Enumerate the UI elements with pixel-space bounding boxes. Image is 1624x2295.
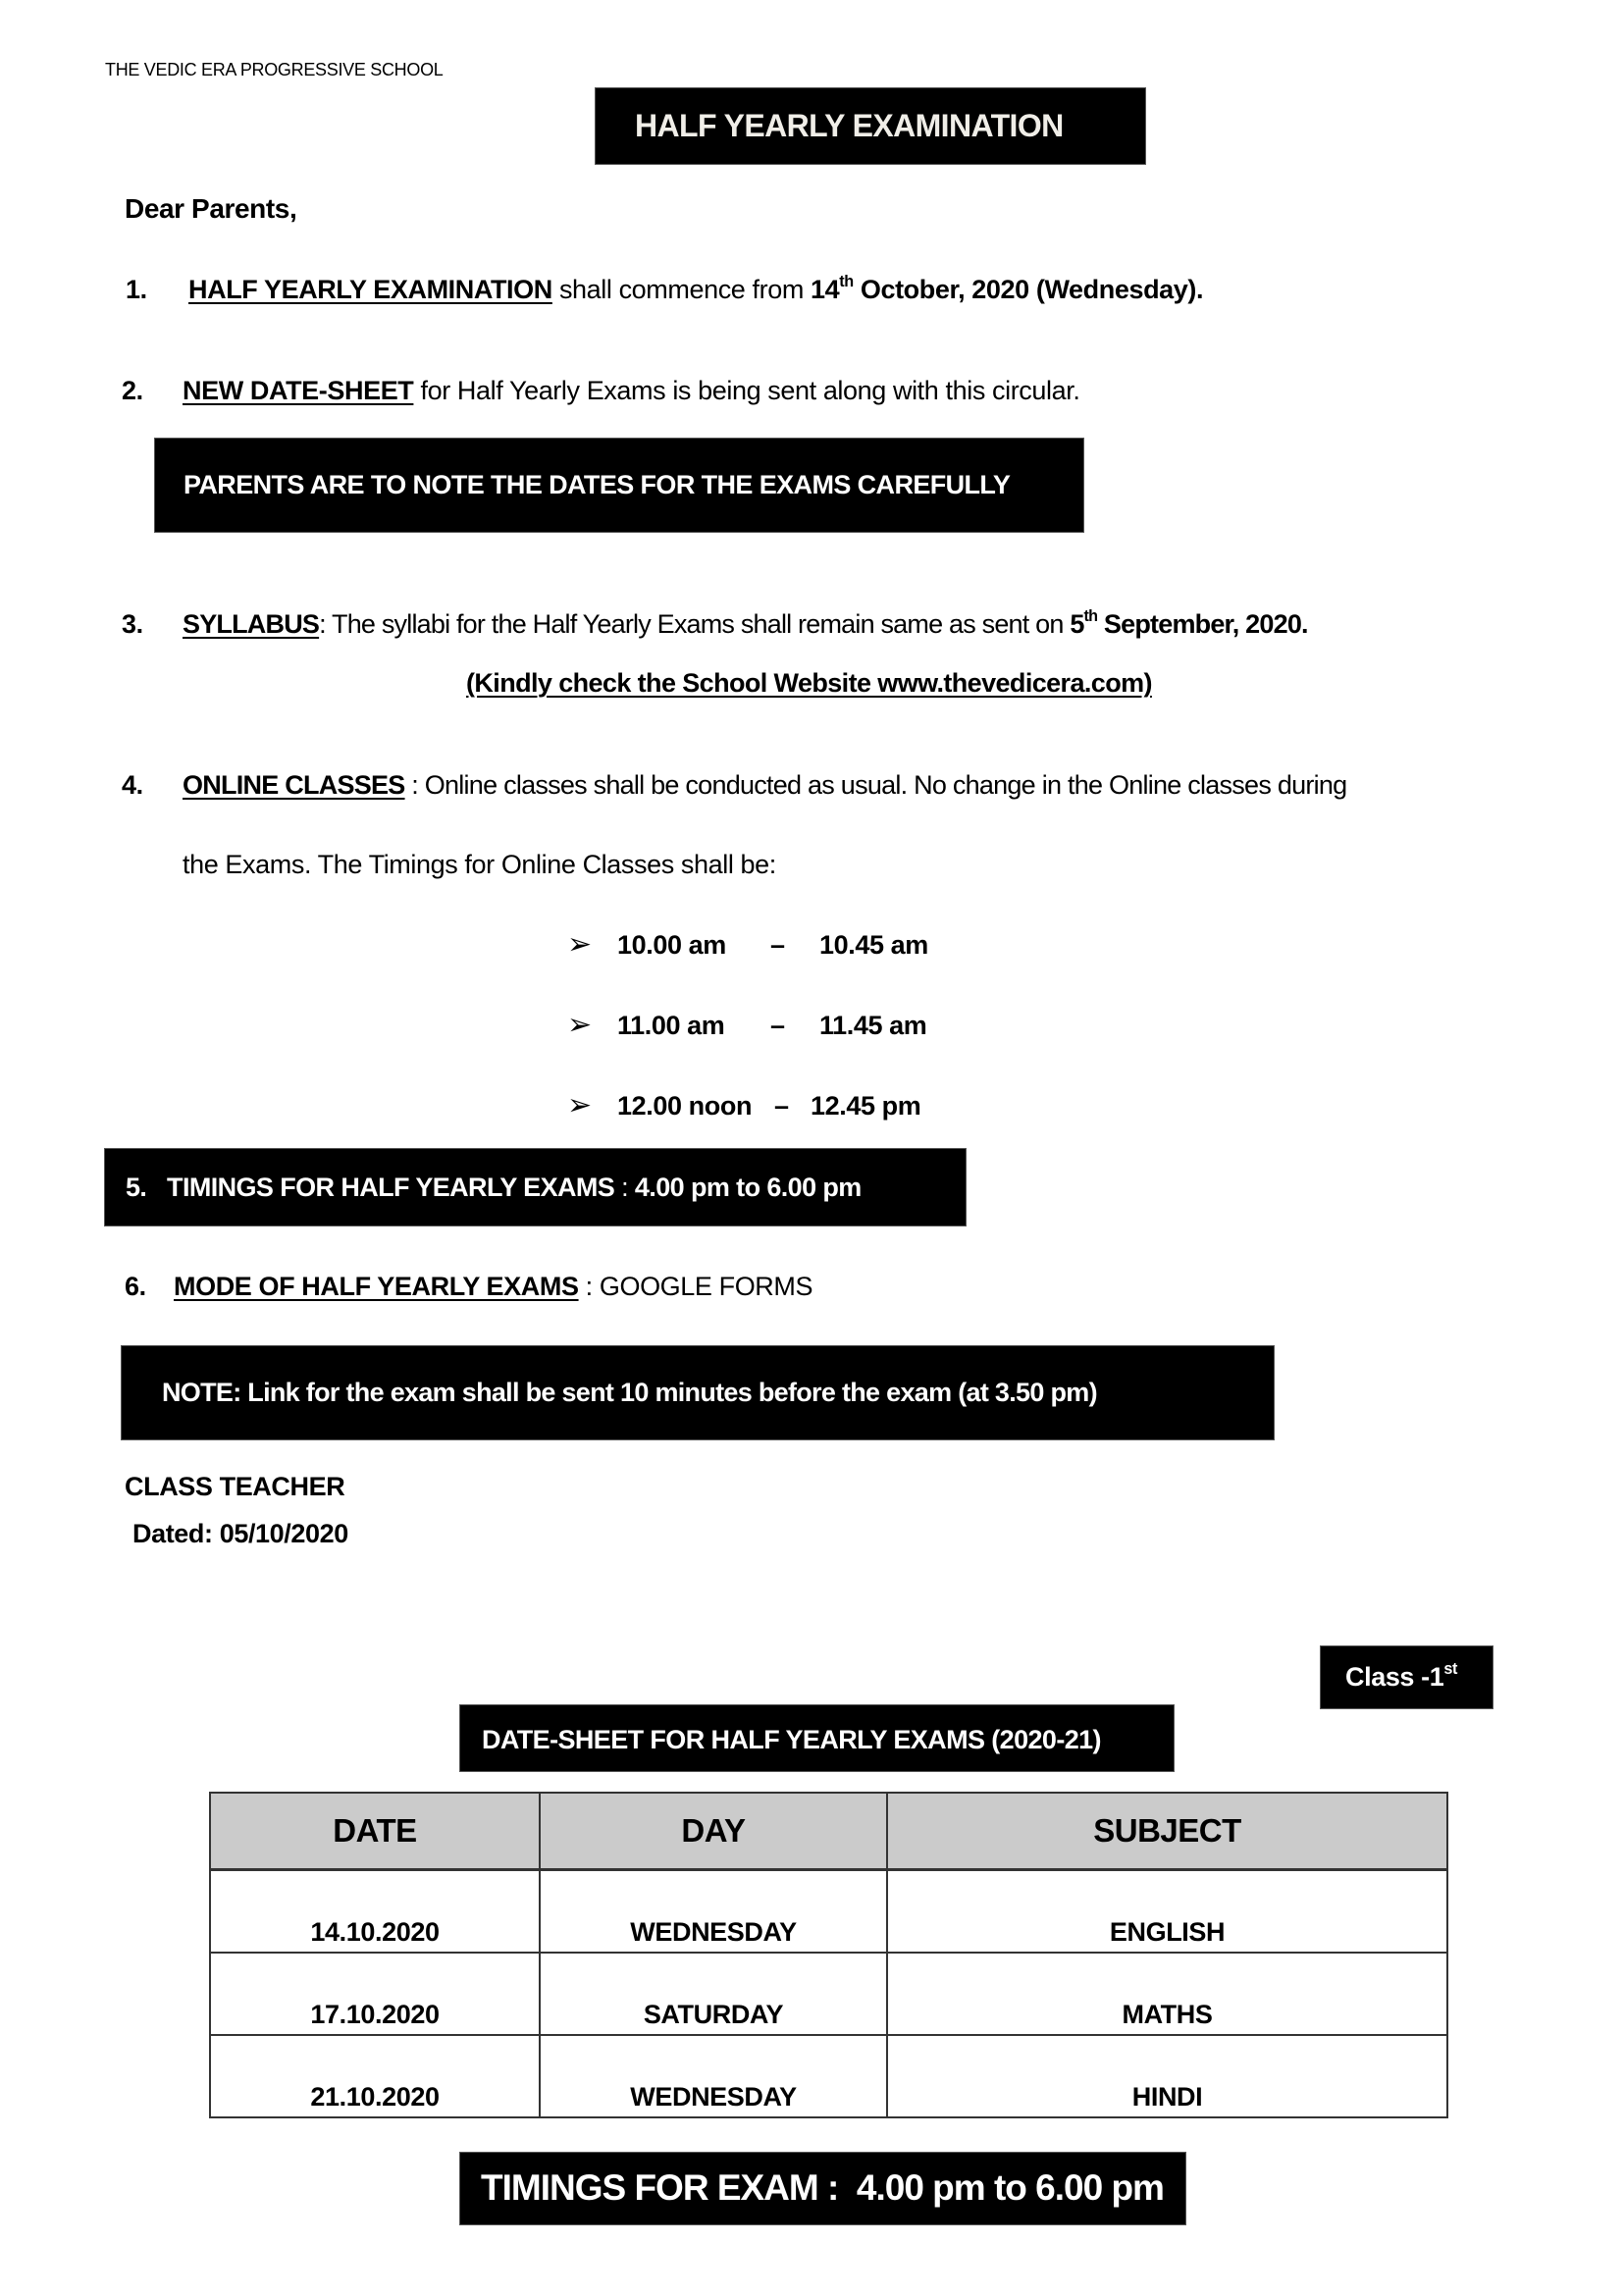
item-5-label: TIMINGS FOR HALF YEARLY EXAMS	[167, 1173, 615, 1202]
item-number: 2.	[122, 376, 143, 405]
parents-note-banner: PARENTS ARE TO NOTE THE DATES FOR THE EX…	[154, 438, 1084, 533]
page-title: HALF YEARLY EXAMINATION	[635, 108, 1064, 143]
table-row: 21.10.2020 WEDNESDAY HINDI	[209, 2034, 1448, 2118]
note-banner: NOTE: Link for the exam shall be sent 10…	[121, 1345, 1275, 1440]
item-number: 1.	[126, 275, 147, 304]
item-number: 6.	[125, 1272, 146, 1301]
datesheet-title: DATE-SHEET FOR HALF YEARLY EXAMS (2020-2…	[482, 1725, 1102, 1754]
cell-date: 14.10.2020	[209, 1868, 541, 1954]
school-name: THE VEDIC ERA PROGRESSIVE SCHOOL	[105, 60, 444, 79]
item-5-value: 4.00 pm to 6.00 pm	[634, 1173, 862, 1202]
cell-day: SATURDAY	[539, 1952, 888, 2036]
item-2-text: NEW DATE-SHEET for Half Yearly Exams is …	[183, 376, 1080, 405]
item-1-text: HALF YEARLY EXAMINATION shall commence f…	[188, 272, 1204, 304]
item-4-text-line2: the Exams. The Timings for Online Classe…	[183, 850, 776, 879]
table-row: 14.10.2020 WEDNESDAY ENGLISH	[209, 1868, 1448, 1954]
arrowhead-bullet-icon: ➢	[567, 1089, 593, 1121]
cell-date: 21.10.2020	[209, 2034, 541, 2118]
column-header-date: DATE	[209, 1792, 541, 1871]
title-banner: HALF YEARLY EXAMINATION	[595, 87, 1146, 165]
cell-day: WEDNESDAY	[539, 2034, 888, 2118]
datesheet-table: DATE DAY SUBJECT 14.10.2020 WEDNESDAY EN…	[209, 1792, 1448, 2118]
item-3-label: SYLLABUS	[183, 609, 320, 639]
column-header-day: DAY	[539, 1792, 888, 1871]
cell-subject: MATHS	[886, 1952, 1448, 2036]
exam-timings-footer-text: TIMINGS FOR EXAM : 4.00 pm to 6.00 pm	[481, 2167, 1165, 2208]
cell-date: 17.10.2020	[209, 1952, 541, 2036]
website-link[interactable]: (Kindly check the School Website www.the…	[466, 668, 1152, 699]
item-6-text: MODE OF HALF YEARLY EXAMS : GOOGLE FORMS	[174, 1272, 813, 1301]
item-4-label: ONLINE CLASSES	[183, 770, 405, 800]
item-6-value: GOOGLE FORMS	[599, 1272, 813, 1301]
item-number: 5.	[126, 1173, 147, 1202]
arrowhead-bullet-icon: ➢	[567, 928, 593, 961]
exam-timings-footer-banner: TIMINGS FOR EXAM : 4.00 pm to 6.00 pm	[459, 2152, 1186, 2225]
table-row: 17.10.2020 SATURDAY MATHS	[209, 1952, 1448, 2036]
table-header-row: DATE DAY SUBJECT	[209, 1792, 1448, 1871]
item-4-text: ONLINE CLASSES : Online classes shall be…	[183, 770, 1347, 800]
class-badge: Class -1st	[1320, 1645, 1493, 1709]
item-1-label: HALF YEARLY EXAMINATION	[188, 275, 552, 304]
item-number: 4.	[122, 770, 143, 800]
salutation: Dear Parents,	[125, 193, 297, 224]
item-6-label: MODE OF HALF YEARLY EXAMS	[174, 1272, 579, 1301]
item-3-text: SYLLABUS: The syllabi for the Half Yearl…	[183, 606, 1309, 639]
class-label: Class -1st	[1345, 1659, 1457, 1692]
cell-subject: ENGLISH	[886, 1868, 1448, 1954]
item-number: 3.	[122, 609, 143, 639]
cell-subject: HINDI	[886, 2034, 1448, 2118]
parents-note-text: PARENTS ARE TO NOTE THE DATES FOR THE EX…	[183, 470, 1011, 499]
note-text: NOTE: Link for the exam shall be sent 10…	[162, 1378, 1098, 1407]
exam-timings-banner: 5. TIMINGS FOR HALF YEARLY EXAMS : 4.00 …	[104, 1148, 967, 1226]
signature-date: Dated: 05/10/2020	[132, 1519, 348, 1548]
datesheet-title-banner: DATE-SHEET FOR HALF YEARLY EXAMS (2020-2…	[459, 1704, 1175, 1772]
column-header-subject: SUBJECT	[886, 1792, 1448, 1871]
arrowhead-bullet-icon: ➢	[567, 1009, 593, 1041]
cell-day: WEDNESDAY	[539, 1868, 888, 1954]
item-2-label: NEW DATE-SHEET	[183, 376, 414, 405]
item-5-text: 5. TIMINGS FOR HALF YEARLY EXAMS : 4.00 …	[126, 1173, 862, 1202]
signature-role: CLASS TEACHER	[125, 1472, 345, 1501]
